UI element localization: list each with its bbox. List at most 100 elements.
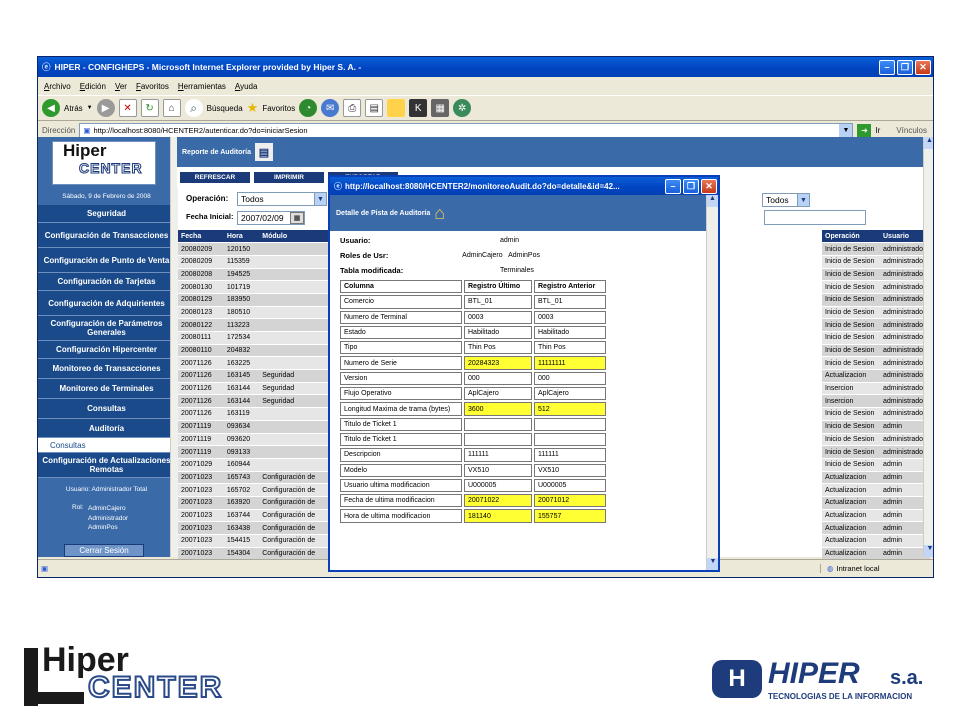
- table-row[interactable]: 20080209 120150: [178, 242, 328, 256]
- print-button[interactable]: IMPRIMIR: [254, 171, 324, 183]
- table-row[interactable]: 20071119 093620: [178, 433, 328, 447]
- scroll-down-icon[interactable]: ▼: [924, 545, 933, 557]
- table-row[interactable]: Inicio de Sesion administrador: [822, 331, 930, 345]
- page-scrollbar[interactable]: ▲ ▼: [923, 137, 933, 557]
- sidebar-item-parametros-generales[interactable]: Configuración de Parámetros Generales: [38, 316, 175, 341]
- k-icon[interactable]: K: [409, 99, 428, 117]
- scroll-up-icon[interactable]: ▲: [707, 195, 718, 207]
- menu-favoritos[interactable]: Favoritos: [136, 82, 169, 91]
- back-button[interactable]: Atrás: [64, 104, 83, 113]
- start-date-input[interactable]: 2007/02/09 ▦: [237, 211, 305, 225]
- popup-scrollbar[interactable]: ▲ ▼: [706, 195, 718, 570]
- back-icon[interactable]: ◀: [42, 99, 60, 117]
- favorites-button[interactable]: Favoritos: [262, 104, 295, 113]
- table-row[interactable]: Actualizacion admin: [822, 534, 930, 548]
- folder-icon[interactable]: [387, 99, 406, 117]
- links-label[interactable]: Vínculos: [896, 126, 927, 135]
- table-row[interactable]: 20071126 163225: [178, 356, 328, 371]
- address-dropdown-icon[interactable]: ▼: [839, 123, 853, 137]
- menu-herramientas[interactable]: Herramientas: [178, 82, 226, 91]
- search-icon[interactable]: ⌕: [184, 99, 203, 117]
- menu-ver[interactable]: Ver: [115, 82, 127, 91]
- sidebar-item-actualizaciones-remotas[interactable]: Configuración de Actualizaciones Remotas: [38, 453, 175, 478]
- history-icon[interactable]: ◔: [299, 99, 318, 117]
- maximize-icon[interactable]: ❐: [683, 178, 699, 194]
- table-row[interactable]: Actualizacion admin: [822, 496, 930, 510]
- forward-icon[interactable]: ▶: [96, 99, 115, 117]
- edit-icon[interactable]: ▤: [365, 99, 384, 117]
- window-titlebar[interactable]: ⓔ HIPER - CONFIGHEPS - Microsoft Interne…: [38, 57, 933, 77]
- table-row[interactable]: 20071126 163119: [178, 407, 328, 421]
- table-row[interactable]: 20080208 194525: [178, 268, 328, 282]
- table-row[interactable]: Actualizacion admin: [822, 471, 930, 485]
- refresh-icon[interactable]: ↻: [140, 99, 159, 117]
- table-row[interactable]: Inicio de Sesion administrador: [822, 268, 930, 282]
- scroll-up-icon[interactable]: ▲: [924, 137, 933, 149]
- table-row[interactable]: Inicio de Sesion administrador: [822, 280, 930, 294]
- sidebar-subitem-consultas[interactable]: Consultas: [38, 438, 175, 453]
- address-input[interactable]: ▣ http://localhost:8080/HCENTER2/autenti…: [79, 122, 854, 138]
- table-row[interactable]: 20071119 093634: [178, 420, 328, 434]
- sidebar-item-monitoreo-transacciones[interactable]: Monitoreo de Transacciones: [38, 359, 175, 379]
- table-row[interactable]: Inicio de Sesion administrador: [822, 407, 930, 421]
- print-icon[interactable]: ⎙: [343, 99, 362, 117]
- table-row[interactable]: 20071126 163144 Seguridad: [178, 382, 328, 396]
- go-button[interactable]: Ir: [875, 126, 880, 135]
- table-row[interactable]: 20071029 160944: [178, 458, 328, 472]
- calendar-icon[interactable]: ▦: [290, 212, 304, 224]
- table-row[interactable]: Inicio de Sesion administrador: [822, 293, 930, 307]
- chevron-down-icon[interactable]: ▼: [87, 105, 93, 111]
- table-row[interactable]: 20071023 154415 Configuración de: [178, 534, 328, 548]
- table-row[interactable]: Inicio de Sesion administrador: [822, 344, 930, 358]
- sidebar-item-consultas[interactable]: Consultas: [38, 399, 175, 419]
- minimize-icon[interactable]: –: [665, 178, 681, 194]
- table-row[interactable]: 20080111 172534: [178, 331, 328, 345]
- home-icon[interactable]: ⌂: [162, 99, 181, 117]
- sidebar-item-tarjetas[interactable]: Configuración de Tarjetas: [38, 273, 175, 291]
- table-row[interactable]: Inicio de Sesion admin: [822, 420, 930, 434]
- table-row[interactable]: Inicio de Sesion administrador: [822, 445, 930, 459]
- table-row[interactable]: Actualizacion admin: [822, 483, 930, 497]
- user-filter-input[interactable]: [764, 210, 866, 225]
- table-row[interactable]: 20071126 163145 Seguridad: [178, 369, 328, 383]
- table-row[interactable]: Inicio de Sesion administrador: [822, 433, 930, 447]
- table-row[interactable]: Inicio de Sesion administrador: [822, 306, 930, 320]
- sidebar-item-transacciones[interactable]: Configuración de Transacciones: [38, 223, 175, 248]
- operation-select[interactable]: Todos ▼: [237, 192, 327, 206]
- right-operation-select[interactable]: Todos ▼: [762, 193, 810, 207]
- table-row[interactable]: Insercion administrador: [822, 382, 930, 396]
- stop-icon[interactable]: ✕: [118, 99, 137, 117]
- table-row[interactable]: Actualizacion admin: [822, 509, 930, 523]
- table-row[interactable]: Actualizacion admin: [822, 547, 930, 561]
- tool-icon[interactable]: ▦: [431, 99, 450, 117]
- sidebar-item-punto-de-venta[interactable]: Configuración de Punto de Venta: [38, 248, 175, 273]
- table-row[interactable]: Inicio de Sesion administrador: [822, 356, 930, 371]
- menu-archivo[interactable]: Archivo: [44, 82, 71, 91]
- table-row[interactable]: Actualizacion administrador: [822, 369, 930, 383]
- star-icon[interactable]: ★: [247, 100, 259, 116]
- search-button[interactable]: Búsqueda: [207, 104, 243, 113]
- menu-edicion[interactable]: Edición: [80, 82, 106, 91]
- maximize-icon[interactable]: ❐: [897, 59, 913, 75]
- sidebar-item-monitoreo-terminales[interactable]: Monitoreo de Terminales: [38, 379, 175, 399]
- table-row[interactable]: 20080129 183950: [178, 293, 328, 307]
- sidebar-item-adquirientes[interactable]: Configuración de Adquirientes: [38, 291, 175, 316]
- table-row[interactable]: 20071119 093133: [178, 445, 328, 459]
- popup-titlebar[interactable]: ⓔ http://localhost:8080/HCENTER2/monitor…: [330, 177, 718, 195]
- minimize-icon[interactable]: –: [879, 59, 895, 75]
- sidebar-item-auditoria[interactable]: Auditoría: [38, 419, 175, 438]
- table-row[interactable]: 20071023 165743 Configuración de: [178, 471, 328, 485]
- menu-ayuda[interactable]: Ayuda: [235, 82, 258, 91]
- table-row[interactable]: Inicio de Sesion administrador: [822, 318, 930, 332]
- table-row[interactable]: Inicio de Sesion administrador: [822, 255, 930, 269]
- refresh-button[interactable]: REFRESCAR: [180, 171, 250, 183]
- messenger-icon[interactable]: ✲: [453, 99, 472, 117]
- table-row[interactable]: Inicio de Sesion administrador: [822, 242, 930, 256]
- table-row[interactable]: 20071023 165702 Configuración de: [178, 483, 328, 497]
- table-row[interactable]: 20080123 180510: [178, 306, 328, 320]
- mail-icon[interactable]: ✉: [321, 99, 340, 117]
- go-icon[interactable]: ➜: [857, 123, 872, 137]
- table-row[interactable]: 20080122 113223: [178, 318, 328, 332]
- table-row[interactable]: Inicio de Sesion admin: [822, 458, 930, 472]
- table-row[interactable]: 20071126 163144 Seguridad: [178, 394, 328, 409]
